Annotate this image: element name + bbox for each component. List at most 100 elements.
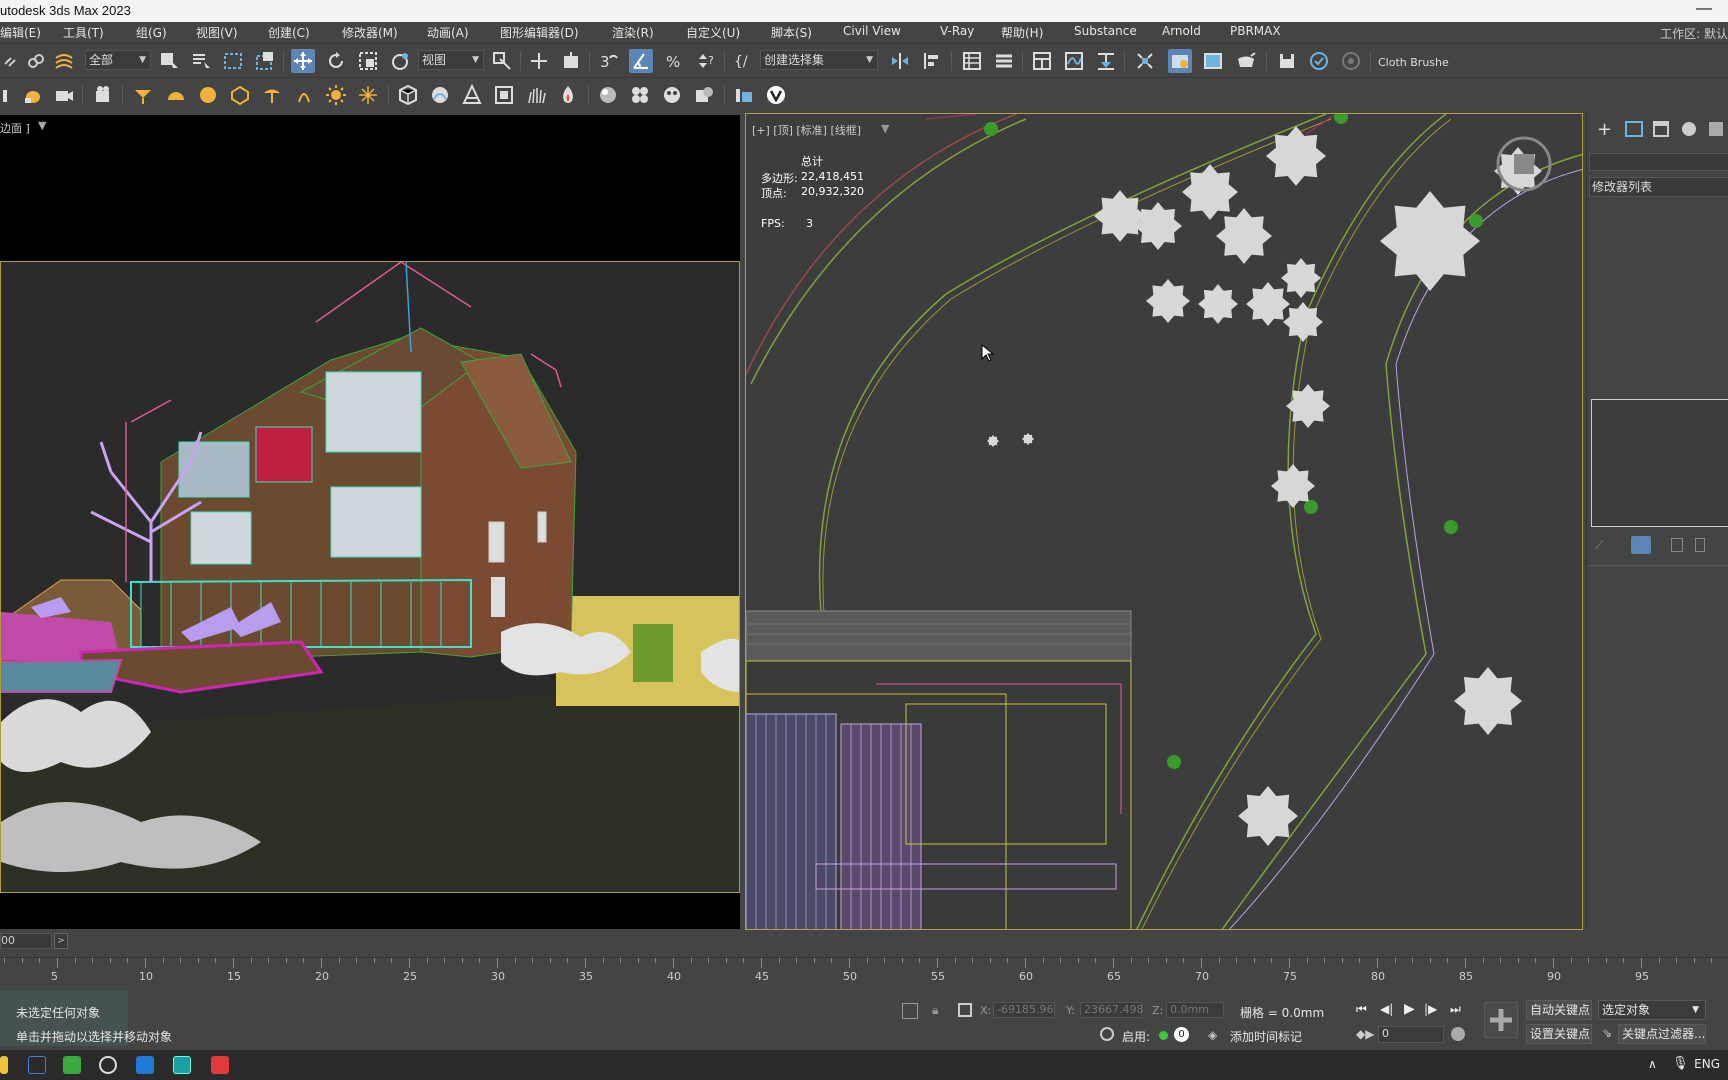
pin-stack-icon[interactable]: ⟋ bbox=[1595, 538, 1603, 553]
workspace-selector[interactable]: 工作区: 默认 bbox=[1660, 25, 1728, 42]
vray-proxy-icon[interactable] bbox=[396, 83, 420, 107]
show-end-result-icon[interactable] bbox=[1631, 536, 1651, 554]
menu-substance[interactable]: Substance bbox=[1074, 24, 1137, 38]
sky-icon[interactable] bbox=[356, 83, 380, 107]
select-place-icon[interactable] bbox=[388, 49, 412, 73]
texture-icon[interactable] bbox=[660, 83, 684, 107]
curve-editor-icon[interactable] bbox=[1062, 49, 1086, 73]
remove-modifier-icon[interactable] bbox=[1695, 538, 1705, 552]
camtasia-icon[interactable] bbox=[63, 1056, 81, 1074]
menu-customize[interactable]: 自定义(U) bbox=[686, 24, 740, 41]
key-set-dropdown[interactable]: 选定对象 ▼ bbox=[1598, 1000, 1706, 1020]
add-time-tag[interactable]: 添加时间标记 bbox=[1230, 1028, 1302, 1045]
vray-fur-icon[interactable] bbox=[524, 83, 548, 107]
frame-buffer-icon[interactable] bbox=[732, 83, 756, 107]
scene-explorer-icon[interactable] bbox=[960, 49, 984, 73]
percent-snap-icon[interactable]: % bbox=[662, 49, 686, 73]
menu-create[interactable]: 创建(C) bbox=[268, 24, 310, 41]
perspective-viewport[interactable]: 边面 ] ▼ bbox=[0, 115, 740, 929]
snaps-toggle-icon[interactable]: 3 bbox=[596, 49, 620, 73]
reference-coord-dropdown[interactable]: 视图 ▼ bbox=[418, 50, 484, 70]
time-slider[interactable]: 00 bbox=[0, 933, 52, 949]
prev-frame-icon[interactable]: ◀| bbox=[1380, 1002, 1393, 1016]
edit-named-selection-icon[interactable]: {/ bbox=[730, 49, 754, 73]
menu-help[interactable]: 帮助(H) bbox=[1001, 24, 1043, 41]
layer-explorer-icon[interactable] bbox=[992, 49, 1016, 73]
rendered-frame-icon[interactable] bbox=[1201, 49, 1225, 73]
keyboard-shortcut-icon[interactable] bbox=[559, 49, 583, 73]
modifier-stack[interactable] bbox=[1591, 399, 1728, 527]
hierarchy-tab-icon[interactable] bbox=[1653, 121, 1669, 137]
named-selection-dropdown[interactable]: 创建选择集 ▼ bbox=[760, 50, 878, 70]
menu-pbrmax[interactable]: PBRMAX bbox=[1230, 24, 1281, 38]
track-bar[interactable]: 5 10 15 20 25 30 35 40 45 50 55 60 65 70 75 80 85 90 95 bbox=[0, 957, 1728, 985]
menu-civil-view[interactable]: Civil View bbox=[843, 24, 901, 38]
x-coordinate-field[interactable]: -69185.96 bbox=[993, 1002, 1055, 1018]
key-filters-button[interactable]: 关键点过滤器... bbox=[1618, 1024, 1706, 1044]
select-move-icon[interactable] bbox=[291, 49, 315, 73]
filter-icon[interactable]: ▼ bbox=[881, 122, 889, 135]
rect-selection-icon[interactable] bbox=[221, 49, 245, 73]
link-icon[interactable] bbox=[0, 49, 24, 73]
spinner-snap-icon[interactable]: ? bbox=[694, 49, 718, 73]
menu-rendering[interactable]: 渲染(R) bbox=[612, 24, 654, 41]
vray-fire-icon[interactable] bbox=[556, 83, 580, 107]
menu-scripting[interactable]: 脚本(S) bbox=[771, 24, 812, 41]
modify-tab-icon[interactable] bbox=[1625, 121, 1643, 137]
render-production-icon[interactable] bbox=[1234, 49, 1258, 73]
material-sphere-icon[interactable] bbox=[596, 83, 620, 107]
enable-counter[interactable]: 0 bbox=[1174, 1027, 1189, 1042]
minimize-button[interactable]: — bbox=[1696, 0, 1712, 20]
file-explorer-icon[interactable] bbox=[0, 1056, 8, 1074]
menu-modifiers[interactable]: 修改器(M) bbox=[342, 24, 398, 41]
go-to-start-icon[interactable]: ⏮ bbox=[1356, 1002, 1367, 1017]
render-setup-icon[interactable] bbox=[1168, 49, 1192, 73]
material-browser-icon[interactable] bbox=[692, 83, 716, 107]
camera-icon[interactable] bbox=[92, 83, 116, 107]
mesh-light-icon[interactable] bbox=[228, 83, 252, 107]
time-tag-icon[interactable]: ◈ bbox=[1208, 1028, 1217, 1042]
microphone-icon[interactable]: 🎙︎ bbox=[1672, 1056, 1689, 1071]
view-cube[interactable] bbox=[1494, 134, 1554, 194]
current-frame-field[interactable]: 0 bbox=[1378, 1026, 1444, 1043]
go-to-end-icon[interactable]: ⏭ bbox=[1450, 1002, 1461, 1017]
pen-app-icon[interactable] bbox=[28, 1056, 46, 1074]
lock-icon[interactable]: 🔒︎ bbox=[932, 1003, 938, 1018]
mirror-icon[interactable] bbox=[888, 49, 912, 73]
select-rotate-icon[interactable] bbox=[324, 49, 348, 73]
z-coordinate-field[interactable]: 0.0mm bbox=[1166, 1002, 1224, 1018]
vray-logo-icon[interactable] bbox=[764, 83, 788, 107]
cloth-brush-label[interactable]: Cloth Brushe bbox=[1378, 56, 1449, 69]
set-key-big-button[interactable] bbox=[1484, 1002, 1518, 1038]
select-by-name-icon[interactable] bbox=[189, 49, 213, 73]
save-icon[interactable] bbox=[1275, 49, 1299, 73]
vray-clipper-icon[interactable] bbox=[492, 83, 516, 107]
menu-graph-editors[interactable]: 图形编辑器(D) bbox=[500, 24, 579, 41]
ies-light-icon[interactable] bbox=[260, 83, 284, 107]
key-mode-icon[interactable]: ◆▶ bbox=[1356, 1027, 1374, 1041]
obs-icon[interactable] bbox=[99, 1056, 117, 1074]
select-manipulate-icon[interactable] bbox=[527, 49, 551, 73]
time-slider-next-button[interactable]: > bbox=[54, 933, 68, 949]
menu-vray[interactable]: V-Ray bbox=[940, 24, 974, 38]
camera-group-icon[interactable] bbox=[52, 83, 76, 107]
viewport-label[interactable]: [+] [顶] [标准] [线框] bbox=[752, 122, 861, 138]
vray-plane-icon[interactable] bbox=[460, 83, 484, 107]
teapot-icon[interactable] bbox=[20, 83, 44, 107]
window-crossing-icon[interactable] bbox=[253, 49, 277, 73]
menu-arnold[interactable]: Arnold bbox=[1162, 24, 1201, 38]
play-icon[interactable]: ▶ bbox=[1404, 1001, 1415, 1017]
display-tab-icon[interactable] bbox=[1709, 122, 1723, 136]
isolate-selection-icon[interactable] bbox=[902, 1003, 918, 1019]
tray-chevron-icon[interactable]: ∧ bbox=[1648, 1057, 1657, 1071]
dial-icon[interactable] bbox=[1339, 49, 1363, 73]
ambient-light-icon[interactable] bbox=[292, 83, 316, 107]
bind-spacewarp-icon[interactable] bbox=[52, 49, 76, 73]
auto-key-button[interactable]: 自动关键点 bbox=[1526, 1000, 1592, 1020]
bilibili-icon[interactable] bbox=[136, 1056, 154, 1074]
sun-icon[interactable] bbox=[324, 83, 348, 107]
y-coordinate-field[interactable]: 23667.498 bbox=[1080, 1002, 1144, 1018]
make-unique-icon[interactable] bbox=[1671, 538, 1683, 552]
spot-light-icon[interactable] bbox=[131, 83, 155, 107]
align-icon[interactable] bbox=[920, 49, 944, 73]
